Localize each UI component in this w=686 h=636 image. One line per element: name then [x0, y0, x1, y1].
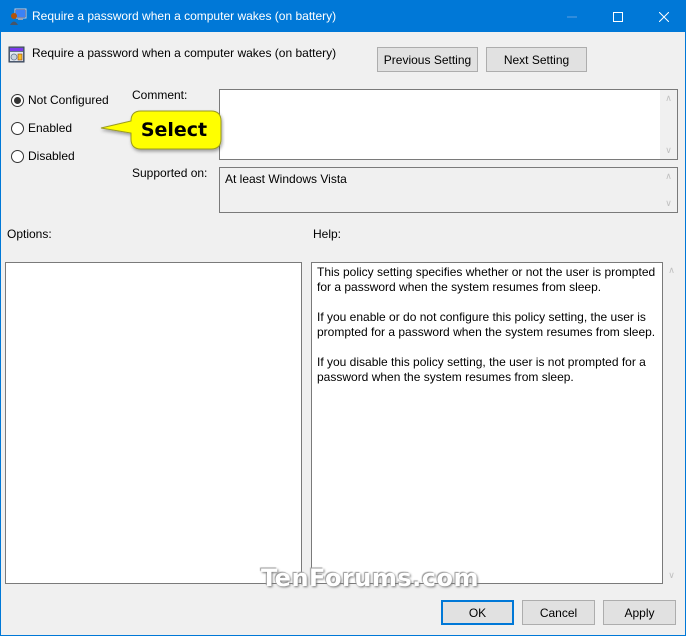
radio-enabled[interactable]: Enabled — [11, 121, 72, 135]
title-bar[interactable]: Require a password when a computer wakes… — [1, 1, 686, 32]
policy-setting-icon — [8, 46, 25, 63]
group-policy-icon — [10, 8, 27, 25]
scroll-down-icon[interactable]: ∨ — [660, 195, 677, 212]
comment-textbox[interactable]: ∧ ∨ — [219, 89, 678, 160]
scroll-down-icon[interactable]: ∨ — [663, 567, 680, 584]
policy-title: Require a password when a computer wakes… — [32, 46, 337, 60]
radio-circle[interactable] — [11, 121, 24, 135]
minimize-icon — [567, 16, 577, 17]
radio-label: Not Configured — [28, 93, 109, 107]
watermark: TenForums.com — [261, 564, 480, 592]
help-panel: This policy setting specifies whether or… — [311, 262, 663, 584]
comment-scrollbar[interactable]: ∧ ∨ — [660, 90, 677, 159]
help-paragraph: If you enable or do not configure this p… — [317, 310, 656, 339]
radio-label: Disabled — [28, 149, 75, 163]
previous-setting-button[interactable]: Previous Setting — [377, 47, 478, 72]
comment-label: Comment: — [132, 88, 188, 102]
radio-circle-checked[interactable] — [11, 93, 24, 107]
help-label: Help: — [313, 227, 342, 241]
scroll-down-icon[interactable]: ∨ — [660, 142, 677, 159]
maximize-icon — [613, 11, 623, 22]
maximize-button[interactable] — [595, 1, 641, 32]
scroll-up-icon[interactable]: ∧ — [663, 262, 680, 279]
supported-on-textbox: At least Windows Vista ∧ ∨ — [219, 167, 678, 213]
cancel-button[interactable]: Cancel — [522, 600, 595, 625]
ok-button[interactable]: OK — [441, 600, 514, 625]
window-title: Require a password when a computer wakes… — [32, 9, 337, 23]
radio-not-configured[interactable]: Not Configured — [11, 93, 109, 107]
supported-on-value: At least Windows Vista — [225, 172, 347, 186]
next-setting-button[interactable]: Next Setting — [486, 47, 587, 72]
help-text: This policy setting specifies whether or… — [317, 265, 658, 400]
apply-button[interactable]: Apply — [603, 600, 676, 625]
help-scrollbar[interactable]: ∧ ∨ — [663, 262, 680, 584]
supported-scrollbar[interactable]: ∧ ∨ — [660, 168, 677, 212]
scroll-up-icon[interactable]: ∧ — [660, 90, 677, 107]
close-icon — [659, 11, 669, 22]
help-paragraph: This policy setting specifies whether or… — [317, 265, 656, 294]
options-panel — [5, 262, 302, 584]
radio-circle[interactable] — [11, 149, 24, 163]
options-label: Options: — [7, 227, 52, 241]
select-callout-text: Select — [140, 119, 208, 141]
scroll-up-icon[interactable]: ∧ — [660, 168, 677, 185]
policy-dialog-window: Require a password when a computer wakes… — [0, 0, 686, 636]
radio-label: Enabled — [28, 121, 73, 135]
radio-disabled[interactable]: Disabled — [11, 149, 75, 163]
supported-on-label: Supported on: — [132, 166, 208, 180]
close-button[interactable] — [641, 1, 686, 32]
help-paragraph: If you disable this policy setting, the … — [317, 355, 646, 384]
minimize-button[interactable] — [549, 1, 595, 32]
